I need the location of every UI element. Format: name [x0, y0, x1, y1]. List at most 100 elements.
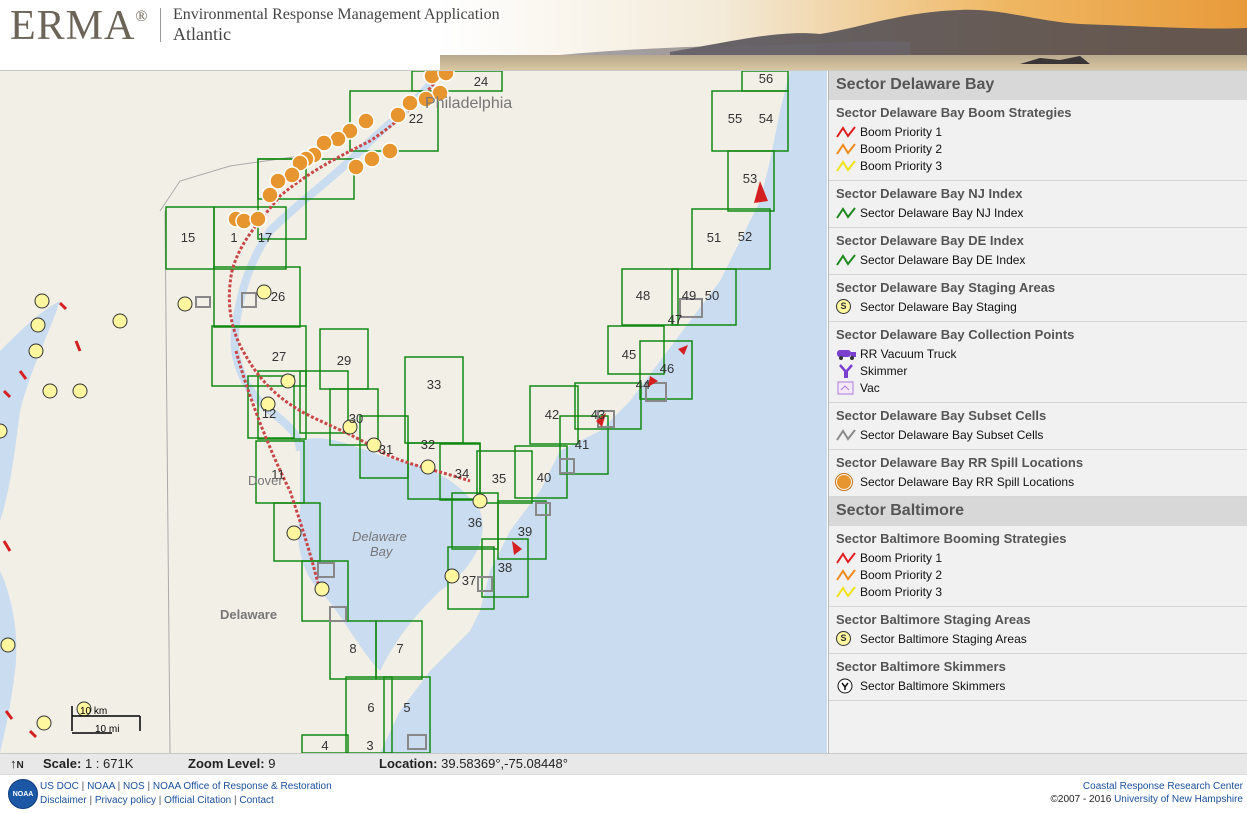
- app-header: ERMA® Environmental Response Management …: [0, 0, 1247, 71]
- grid-cell-label: 30: [349, 411, 363, 426]
- legend-item-label: Sector Delaware Bay DE Index: [860, 252, 1026, 267]
- staging-coin-icon[interactable]: [30, 317, 46, 333]
- legend-item-label: Sector Baltimore Staging Areas: [860, 631, 1027, 646]
- staging-coin-icon[interactable]: [420, 459, 436, 475]
- skimmer-black-icon: [836, 678, 860, 694]
- legend-sector-heading[interactable]: Sector Delaware Bay: [829, 71, 1247, 100]
- staging-coin-icon[interactable]: [444, 568, 460, 584]
- legend-item: Boom Priority 3: [836, 583, 1241, 600]
- spill-drum-icon[interactable]: [347, 158, 365, 176]
- footer-link[interactable]: Privacy policy: [95, 795, 156, 806]
- footer-link[interactable]: NOS: [123, 781, 145, 792]
- legend-item: Sector Baltimore Skimmers: [836, 677, 1241, 694]
- footer-link[interactable]: US DOC: [40, 781, 79, 792]
- staging-coin-icon[interactable]: [34, 293, 50, 309]
- grid-cell-label: 49: [682, 288, 696, 303]
- spill-drum-icon: [836, 473, 860, 490]
- header-banner-image: [440, 0, 1247, 70]
- legend-item-label: Sector Delaware Bay Staging: [860, 299, 1017, 314]
- legend-layer-group[interactable]: Sector Delaware Bay Collection Points RR …: [829, 322, 1247, 403]
- legend-layer-group[interactable]: Sector Delaware Bay Subset Cells Sector D…: [829, 403, 1247, 450]
- legend-sector-heading[interactable]: Sector Baltimore: [829, 497, 1247, 526]
- legend-item: Sector Delaware Bay NJ Index: [836, 204, 1241, 221]
- legend-item-label: Sector Delaware Bay Subset Cells: [860, 427, 1044, 442]
- staging-coin-icon[interactable]: [28, 343, 44, 359]
- staging-coin-icon[interactable]: [72, 383, 88, 399]
- legend-layer-group[interactable]: Sector Delaware Bay NJ Index Sector Delaw…: [829, 181, 1247, 228]
- grid-cell-label: 29: [337, 353, 351, 368]
- legend-layer-group[interactable]: Sector Delaware Bay RR Spill Locations Se…: [829, 450, 1247, 497]
- grid-cell-label: 31: [379, 442, 393, 457]
- spill-drum-icon[interactable]: [381, 142, 399, 160]
- footer-link[interactable]: Disclaimer: [40, 795, 87, 806]
- legend-item: Sector Delaware Bay DE Index: [836, 251, 1241, 268]
- grid-cell-label: 37: [462, 573, 476, 588]
- footer-link[interactable]: Official Citation: [164, 795, 231, 806]
- legend-item-label: Sector Delaware Bay NJ Index: [860, 205, 1024, 220]
- state-boundary: [159, 155, 301, 753]
- spill-drum-icon[interactable]: [357, 112, 375, 130]
- grid-cell-label: 17: [258, 230, 272, 245]
- grid-cell-label: 6: [367, 700, 374, 715]
- legend-item-label: Boom Priority 2: [860, 567, 943, 582]
- legend-item-label: Boom Priority 2: [860, 141, 943, 156]
- legend-layer-group[interactable]: Sector Baltimore Staging Areas S Sector Ba…: [829, 607, 1247, 654]
- staging-coin-icon[interactable]: [36, 715, 52, 731]
- staging-coin-icon[interactable]: [42, 383, 58, 399]
- spill-drum-icon[interactable]: [389, 106, 407, 124]
- grid-cell-label: 22: [409, 111, 423, 126]
- legend-layer-title: Sector Delaware Bay RR Spill Locations: [836, 455, 1084, 470]
- grid-cell-label: 56: [759, 71, 773, 86]
- legend-layer-group[interactable]: Sector Delaware Bay Staging Areas S Sector…: [829, 275, 1247, 322]
- crrc-link[interactable]: Coastal Response Research Center: [1083, 781, 1243, 792]
- map-canvas[interactable]: 56 55 54 24 22 53 52 51 15 17 26 50 49 48 47 45 46 29 27 33…: [0, 71, 827, 753]
- spill-drum-icon[interactable]: [437, 71, 455, 82]
- grid-cell-label: 15: [181, 230, 195, 245]
- staging-coin-icon[interactable]: [472, 493, 488, 509]
- spill-drum-icon[interactable]: [261, 186, 279, 204]
- grid-cell-label: 48: [636, 288, 650, 303]
- legend-layer-title: Sector Delaware Bay NJ Index: [836, 186, 1023, 201]
- legend-item: Boom Priority 1: [836, 123, 1241, 140]
- legend-layer-group[interactable]: Sector Delaware Bay Boom Strategies Boom …: [829, 100, 1247, 181]
- legend-item: Skimmer: [836, 362, 1241, 379]
- legend-item-label: Skimmer: [860, 363, 908, 378]
- staging-coin-icon: S: [836, 631, 860, 647]
- legend-layer-title: Sector Baltimore Booming Strategies: [836, 531, 1067, 546]
- vac-icon: [836, 380, 860, 396]
- legend-layer-group[interactable]: Sector Baltimore Booming Strategies Boom …: [829, 526, 1247, 607]
- staging-coin-icon[interactable]: [177, 296, 193, 312]
- legend-item: S Sector Delaware Bay Staging: [836, 298, 1241, 315]
- grid-cell-label: 44: [636, 377, 650, 392]
- logo-divider: [160, 8, 161, 42]
- spill-drum-icon[interactable]: [401, 94, 419, 112]
- staging-coin-icon[interactable]: [314, 581, 330, 597]
- footer-link[interactable]: Contact: [239, 795, 273, 806]
- grid-cell-label: 1: [230, 230, 237, 245]
- staging-coin-icon[interactable]: [280, 373, 296, 389]
- legend-item: RR Vacuum Truck: [836, 345, 1241, 362]
- scale-mi: 10 mi: [95, 724, 119, 735]
- legend-item-label: Sector Delaware Bay RR Spill Locations: [860, 474, 1075, 489]
- unh-link[interactable]: University of New Hampshire: [1114, 794, 1243, 805]
- staging-coin-icon[interactable]: [256, 284, 272, 300]
- legend-layer-group[interactable]: Sector Delaware Bay DE Index Sector Delaw…: [829, 228, 1247, 275]
- layer-legend-panel: Sector Delaware Bay Sector Delaware Bay B…: [828, 71, 1247, 753]
- footer-link[interactable]: NOAA Office of Response & Restoration: [153, 781, 332, 792]
- staging-coin-icon[interactable]: [286, 525, 302, 541]
- spill-locations: [227, 71, 455, 230]
- legend-layer-title: Sector Delaware Bay Collection Points: [836, 327, 1075, 342]
- legend-layer-group[interactable]: Sector Baltimore Skimmers Sector Baltimor…: [829, 654, 1247, 701]
- grid-cell-label: 38: [498, 560, 512, 575]
- spill-drum-icon[interactable]: [249, 210, 267, 228]
- legend-item: S Sector Baltimore Staging Areas: [836, 630, 1241, 647]
- grid-cell-label: 42: [545, 407, 559, 422]
- spill-drum-icon[interactable]: [363, 150, 381, 168]
- legend-item-label: Boom Priority 1: [860, 124, 943, 139]
- grid-cell-label: 50: [705, 288, 719, 303]
- grid-cell-label: 3: [366, 738, 373, 753]
- line-red-icon: [836, 124, 860, 140]
- footer-link[interactable]: NOAA: [87, 781, 115, 792]
- staging-coin-icon[interactable]: [112, 313, 128, 329]
- staging-coin-icon[interactable]: [0, 637, 16, 653]
